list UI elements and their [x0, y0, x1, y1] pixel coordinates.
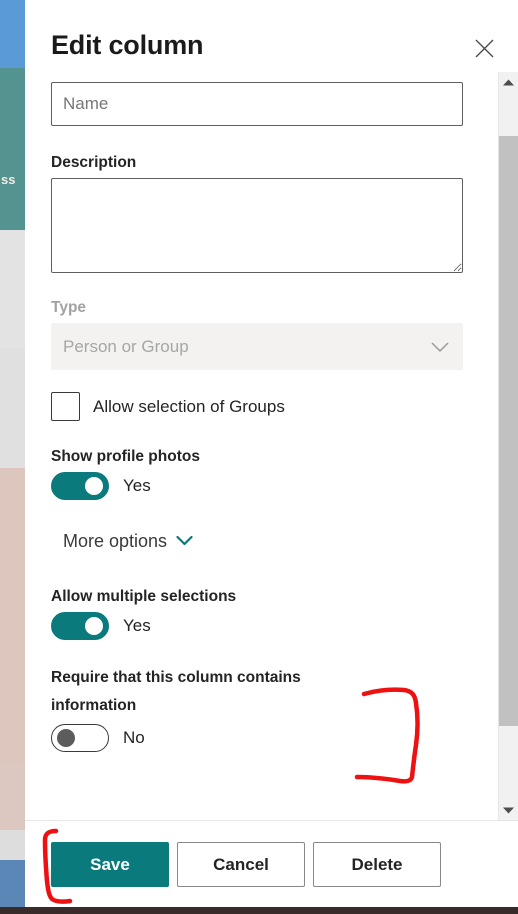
screen-bottom-bar: [0, 907, 518, 914]
name-input[interactable]: [51, 82, 463, 126]
chevron-down-icon: [176, 534, 193, 549]
bg-band-gray-1: [0, 230, 25, 348]
show-profile-photos-label: Show profile photos: [51, 448, 200, 465]
field-allow-multiple-selections: Allow multiple selections Yes: [25, 587, 492, 640]
show-profile-photos-toggle[interactable]: [51, 472, 109, 500]
field-show-profile-photos: Show profile photos Yes: [25, 447, 492, 500]
scrollbar-thumb[interactable]: [499, 136, 518, 726]
more-options-button[interactable]: More options: [63, 531, 193, 552]
toggle-knob: [57, 729, 75, 747]
chevron-down-icon: [430, 341, 450, 353]
show-profile-photos-row: Yes: [51, 472, 466, 500]
triangle-down-icon: [503, 801, 514, 819]
close-button[interactable]: [466, 30, 502, 66]
require-information-label: Require that this column contains inform…: [51, 669, 301, 714]
field-description: Description: [25, 153, 492, 273]
allow-groups-label: Allow selection of Groups: [93, 396, 285, 416]
panel-content: Description Type Person or Group: [25, 72, 492, 792]
description-label: Description: [51, 154, 137, 171]
panel-footer: Save Cancel Delete: [25, 820, 518, 907]
toggle-knob: [85, 477, 103, 495]
allow-multiple-selections-toggle[interactable]: [51, 612, 109, 640]
allow-multiple-selections-row: Yes: [51, 612, 466, 640]
field-require-information: Require that this column contains inform…: [25, 664, 492, 752]
background-page-strip: ss: [0, 0, 25, 914]
content-bottom-spacer: [25, 752, 492, 792]
require-information-row: No: [51, 724, 466, 752]
close-icon: [474, 38, 495, 59]
require-information-toggle[interactable]: [51, 724, 109, 752]
allow-multiple-selections-state: Yes: [123, 616, 151, 635]
toggle-knob: [85, 617, 103, 635]
allow-groups-checkbox[interactable]: [51, 392, 80, 421]
bg-band-blue-bottom: [0, 860, 25, 907]
cancel-button[interactable]: Cancel: [177, 842, 305, 887]
panel-scroll-region: Description Type Person or Group: [25, 72, 518, 820]
allow-multiple-selections-label: Allow multiple selections: [51, 588, 237, 605]
description-textarea[interactable]: [51, 178, 463, 273]
save-button[interactable]: Save: [51, 842, 169, 887]
panel-scrollbar[interactable]: [498, 72, 518, 820]
type-select[interactable]: Person or Group: [51, 323, 463, 370]
bg-band-pink-2: [0, 764, 25, 830]
bg-band-gray-3: [0, 830, 25, 860]
scrollbar-up-arrow[interactable]: [499, 72, 518, 92]
field-type: Type Person or Group: [25, 298, 492, 370]
type-select-value: Person or Group: [63, 336, 189, 356]
scrollbar-down-arrow[interactable]: [499, 800, 518, 820]
background-page-label: ss: [1, 172, 16, 187]
field-name: [25, 82, 492, 126]
type-label: Type: [51, 299, 87, 316]
bg-band-teal: [0, 68, 25, 230]
panel-header: Edit column: [25, 0, 518, 72]
show-profile-photos-state: Yes: [123, 476, 151, 495]
require-information-state: No: [123, 728, 145, 747]
allow-groups-row[interactable]: Allow selection of Groups: [51, 392, 466, 421]
bg-band-pink-1: [0, 468, 25, 764]
edit-column-panel: Edit column Description Type: [25, 0, 518, 907]
triangle-up-icon: [503, 73, 514, 91]
bg-band-gray-2: [0, 348, 25, 468]
field-allow-groups: Allow selection of Groups: [25, 392, 492, 421]
page-title: Edit column: [51, 30, 204, 60]
delete-button[interactable]: Delete: [313, 842, 441, 887]
bg-band-blue-top: [0, 0, 25, 68]
field-more-options: More options: [25, 531, 492, 552]
more-options-label: More options: [63, 531, 168, 551]
